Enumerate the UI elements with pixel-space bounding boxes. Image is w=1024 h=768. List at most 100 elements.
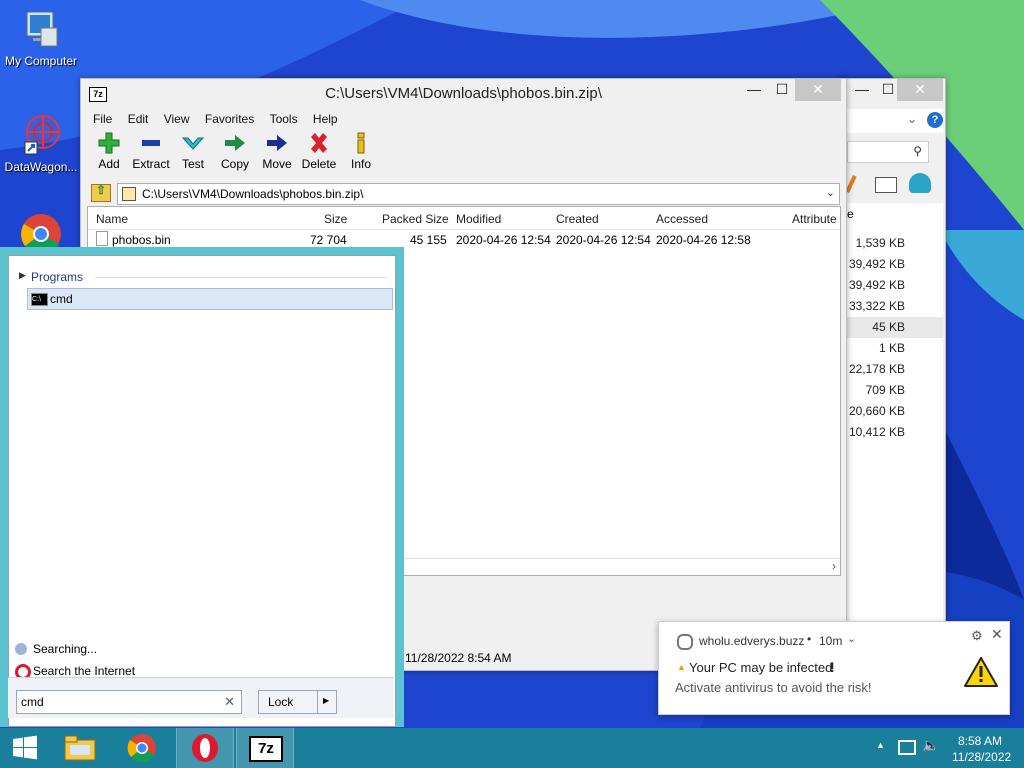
clear-icon[interactable]: ✕ [224, 694, 235, 710]
clock-time[interactable]: 8:58 AM [958, 734, 1002, 748]
file-created: 2020-04-26 12:54 [556, 233, 651, 247]
menu-tools[interactable]: Tools [264, 109, 304, 129]
move-button[interactable]: Move [255, 131, 299, 171]
chrome-icon [21, 214, 61, 248]
desktop-icon-my-computer[interactable]: My Computer [0, 8, 82, 68]
menu-help[interactable]: Help [307, 109, 344, 129]
window-title: C:\Users\VM4\Downloads\phobos.bin.zip\ [325, 85, 602, 102]
notification-toast[interactable]: wholu.edverys.buzz • 10m ⌄ ⚙ ✕ ▲ Your PC… [658, 621, 1010, 715]
search-icon: ⚲ [913, 144, 922, 158]
column-modified[interactable]: Modified [456, 212, 501, 226]
extract-button[interactable]: Extract [129, 131, 173, 171]
delete-label: Delete [301, 157, 337, 171]
size-cell: 1,539 KB [855, 236, 905, 250]
shell-icon[interactable] [909, 173, 931, 193]
folder-icon [64, 735, 96, 761]
extract-label: Extract [132, 157, 170, 171]
clock-date[interactable]: 11/28/2022 [952, 750, 1011, 764]
title-bar: 7z C:\Users\VM4\Downloads\phobos.bin.zip… [81, 79, 846, 109]
column-attribute[interactable]: Attribute [792, 212, 837, 226]
pen-icon[interactable] [845, 174, 857, 194]
scroll-right-icon[interactable]: › [832, 559, 836, 573]
maximize-button[interactable]: ☐ [765, 79, 799, 101]
column-header-size[interactable]: e [847, 207, 854, 221]
file-accessed: 2020-04-26 12:58 [656, 233, 751, 247]
info-button[interactable]: Info [339, 131, 383, 171]
size-cell: 1 KB [878, 341, 905, 355]
show-hidden-icons-icon[interactable]: ▲ [876, 740, 885, 750]
chevron-down-icon[interactable]: ⌄ [907, 112, 917, 126]
lock-label: Lock [268, 695, 294, 709]
column-created[interactable]: Created [556, 212, 599, 226]
size-cell: 10,412 KB [848, 425, 905, 439]
search-input[interactable]: cmd ✕ [16, 690, 242, 714]
plus-icon [98, 132, 120, 154]
address-text: C:\Users\VM4\Downloads\phobos.bin.zip\ [142, 187, 364, 201]
menu-edit[interactable]: Edit [122, 109, 155, 129]
opera-icon [192, 734, 218, 762]
lock-button[interactable]: Lock [258, 690, 318, 714]
help-icon[interactable]: ? [927, 112, 943, 128]
network-globe-icon [24, 115, 60, 155]
taskbar-chrome[interactable] [114, 728, 170, 768]
notification-body: Activate antivirus to avoid the risk! [675, 680, 872, 695]
status-time: 11/28/2022 8:54 AM [405, 651, 512, 665]
size-cell: 45 KB [847, 317, 943, 338]
desktop-icon-chrome[interactable] [0, 212, 82, 248]
chevron-down-icon[interactable]: ⌄ [826, 186, 835, 199]
file-size: 72 704 [310, 233, 347, 247]
size-cell: 39,492 KB [848, 257, 905, 271]
gear-icon[interactable]: ⚙ [971, 628, 983, 644]
column-accessed[interactable]: Accessed [656, 212, 708, 226]
programs-group-header[interactable]: ▶ Programs [17, 270, 387, 286]
notification-source: wholu.edverys.buzz [699, 634, 805, 648]
copy-button[interactable]: Copy [213, 131, 257, 171]
size-cell: 39,492 KB [848, 278, 905, 292]
chrome-small-icon [677, 634, 693, 650]
background-explorer-window[interactable]: — ☐ ✕ ⌄ ? ⚲ e 1,539 KB 39,492 KB 39,492 KB… [838, 78, 946, 648]
nav-bar: ⌄ ? [847, 109, 943, 133]
size-cell: 33,322 KB [848, 299, 905, 313]
info-label: Info [350, 157, 371, 171]
size-cell: 22,178 KB [848, 362, 905, 376]
close-button[interactable]: ✕ [795, 79, 841, 101]
column-name[interactable]: Name [96, 212, 128, 226]
close-icon[interactable]: ✕ [991, 626, 1003, 643]
search-internet-label: Search the Internet [33, 664, 136, 678]
menu-favorites[interactable]: Favorites [199, 109, 260, 129]
envelope-icon[interactable] [875, 177, 897, 193]
size-cell: 20,660 KB [848, 404, 905, 418]
search-results: ▶ Programs C:\ cmd Searching... Search t… [8, 255, 396, 727]
copy-arrow-icon [225, 135, 245, 151]
up-folder-icon[interactable]: ⇧ [91, 183, 111, 202]
group-divider [95, 277, 387, 278]
network-icon[interactable] [898, 740, 916, 755]
notification-age: 10m [819, 634, 843, 648]
size-list: 1,539 KB 39,492 KB 39,492 KB 33,322 KB 45 KB… [847, 233, 943, 443]
search-input[interactable]: ⚲ [847, 141, 929, 163]
add-button[interactable]: Add [87, 131, 131, 171]
menu-file[interactable]: File [87, 109, 118, 129]
start-search-panel: ▶ Programs C:\ cmd Searching... Search t… [0, 247, 404, 727]
test-button[interactable]: Test [171, 131, 215, 171]
taskbar-opera[interactable] [176, 728, 234, 768]
delete-button[interactable]: Delete [297, 131, 341, 171]
source-separator-icon: • [807, 632, 812, 646]
column-size[interactable]: Size [324, 212, 347, 226]
chrome-icon [127, 734, 156, 763]
warning-small-icon: ▲ [677, 662, 686, 672]
taskbar-7zip[interactable]: 7z [236, 728, 294, 768]
power-options-button[interactable]: ▶ [317, 690, 337, 714]
chevron-down-icon[interactable]: ⌄ [847, 632, 856, 645]
delete-x-icon [311, 133, 327, 153]
search-result-cmd[interactable]: C:\ cmd [27, 288, 393, 310]
column-packed-size[interactable]: Packed Size [382, 212, 449, 226]
close-button[interactable]: ✕ [897, 79, 943, 101]
start-button[interactable] [0, 728, 50, 768]
desktop-icon-datawagon[interactable]: DataWagon... [0, 112, 82, 174]
address-input[interactable]: C:\Users\VM4\Downloads\phobos.bin.zip\ ⌄ [117, 183, 840, 205]
taskbar-explorer[interactable] [52, 728, 108, 768]
search-footer: cmd ✕ Lock ▶ [8, 677, 394, 718]
menu-view[interactable]: View [158, 109, 196, 129]
speaker-icon[interactable]: 🔈 [922, 737, 939, 754]
